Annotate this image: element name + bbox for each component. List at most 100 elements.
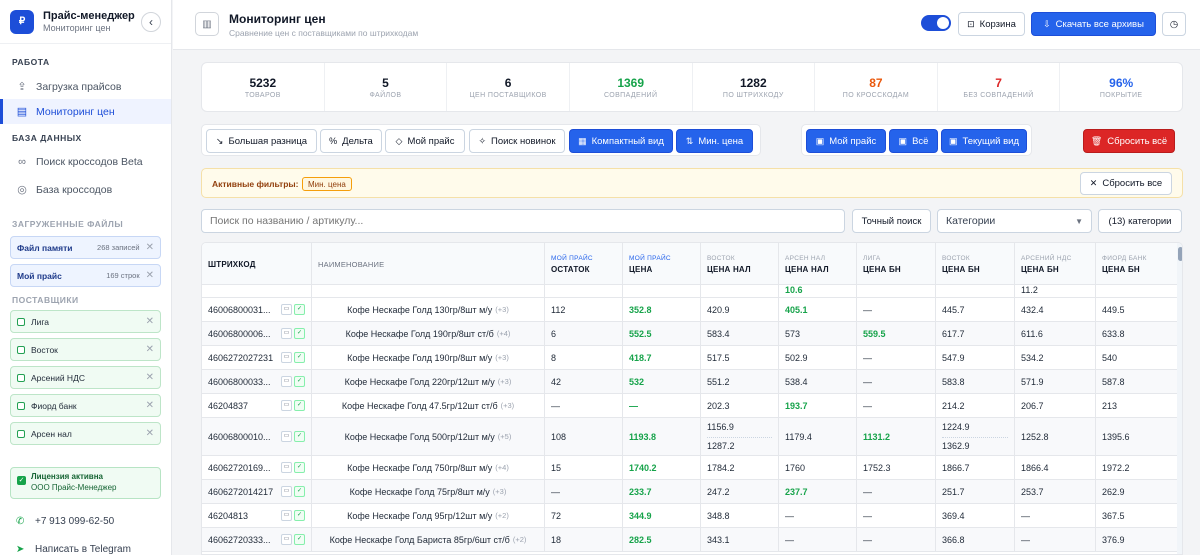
nav-price-monitoring[interactable]: ▤ Мониторинг цен (0, 99, 171, 124)
supplier-chip[interactable]: Фиорд банк ✕ (10, 394, 161, 417)
reset-all-button[interactable]: 🗑 Сбросить всё (1083, 129, 1175, 153)
check-icon[interactable]: ✓ (294, 304, 305, 315)
check-icon[interactable]: ✓ (294, 431, 305, 442)
supplier-chip[interactable]: Арсен нал ✕ (10, 422, 161, 445)
more-offers[interactable]: (+3) (495, 305, 509, 314)
big-diff-button[interactable]: ↘ Большая разница (206, 129, 317, 153)
telegram-link[interactable]: ➤ Написать в Telegram (16, 544, 131, 555)
close-icon[interactable]: ✕ (146, 316, 154, 327)
copy-icon[interactable]: ▭ (281, 376, 292, 387)
col-my-stock[interactable]: МОЙ ПРАЙС ОСТАТОК (545, 243, 623, 285)
col-vostok-cash[interactable]: ВОСТОК ЦЕНА НАЛ (701, 243, 779, 285)
download-archives-button[interactable]: ⇩ Скачать все архивы (1031, 12, 1156, 36)
check-icon[interactable]: ✓ (294, 462, 305, 473)
price-value: 583.4 (707, 328, 730, 339)
export-all-button[interactable]: ▣ Всё (889, 129, 938, 153)
close-icon[interactable]: ✕ (146, 372, 154, 383)
nav-cross-search[interactable]: ∞ Поиск кроссодов Beta (0, 149, 171, 174)
close-icon[interactable]: ✕ (146, 270, 154, 281)
copy-icon[interactable]: ▭ (281, 328, 292, 339)
reset-filters-button[interactable]: ✕ Сбросить все (1080, 172, 1172, 195)
table-scrollbar[interactable] (1177, 243, 1182, 554)
table-row[interactable]: 4606272027231 ▭ ✓ Кофе Нескафе Голд 190гр/8… (202, 346, 1177, 370)
cart-button[interactable]: ⊡ Корзина (958, 12, 1025, 36)
check-icon[interactable]: ✓ (294, 328, 305, 339)
check-icon[interactable]: ✓ (294, 510, 305, 521)
col-arsen-cash[interactable]: АРСЕН НАЛ ЦЕНА НАЛ (779, 243, 857, 285)
more-offers[interactable]: (+3) (498, 377, 512, 386)
check-icon[interactable]: ✓ (294, 376, 305, 387)
filter-tag[interactable]: Мин. цена (302, 177, 352, 191)
copy-icon[interactable]: ▭ (281, 431, 292, 442)
check-icon[interactable]: ✓ (294, 400, 305, 411)
copy-icon[interactable]: ▭ (281, 486, 292, 497)
copy-icon[interactable]: ▭ (281, 400, 292, 411)
table-row[interactable]: 46204837 ▭ ✓ Кофе Нескафе Голд 47.5гр/12шт … (202, 394, 1177, 418)
copy-icon[interactable]: ▭ (281, 462, 292, 473)
table-row[interactable]: 4606272014217 ▭ ✓ Кофе Нескафе Голд 75гр/8ш… (202, 480, 1177, 504)
check-icon[interactable]: ✓ (294, 534, 305, 545)
mode-toggle[interactable] (921, 15, 951, 31)
supplier-chip[interactable]: Арсений НДС ✕ (10, 366, 161, 389)
button-label: Мин. цена (698, 135, 744, 147)
table-row[interactable]: 46062720333... ▭ ✓ Кофе Нескафе Голд Барист… (202, 528, 1177, 552)
nav-cross-base[interactable]: ◎ База кроссодов (0, 177, 171, 202)
supplier-chip[interactable]: Лига ✕ (10, 310, 161, 333)
copy-icon[interactable]: ▭ (281, 304, 292, 315)
copy-icon[interactable]: ▭ (281, 534, 292, 545)
close-icon[interactable]: ✕ (146, 400, 154, 411)
table-row[interactable]: 46006800033... ▭ ✓ Кофе Нескафе Голд 220гр/… (202, 370, 1177, 394)
new-items-search-button[interactable]: ✧ Поиск новинок (469, 129, 565, 153)
more-offers[interactable]: (+3) (493, 487, 507, 496)
table-row[interactable]: 46006800006... ▭ ✓ Кофе Нескафе Голд 190гр/… (202, 322, 1177, 346)
check-icon[interactable]: ✓ (294, 352, 305, 363)
price-cell: — (857, 480, 936, 503)
more-offers[interactable]: (+2) (513, 535, 527, 544)
col-barcode[interactable]: ШТРИХКОД (202, 243, 312, 285)
table-row[interactable]: 46204813 ▭ ✓ Кофе Нескафе Голд 95гр/12шт м/… (202, 504, 1177, 528)
history-button[interactable]: ◷ (1162, 12, 1186, 36)
export-my-price-button[interactable]: ▣ Мой прайс (806, 129, 886, 153)
cell: 11.2 (1015, 285, 1096, 297)
file-chip[interactable]: Файл памяти 268 записей ✕ (10, 236, 161, 259)
category-select[interactable]: Категории ▼ (937, 209, 1092, 233)
compact-view-button[interactable]: ▦ Компактный вид (569, 129, 673, 153)
file-chip[interactable]: Мой прайс 169 строк ✕ (10, 264, 161, 287)
more-offers[interactable]: (+5) (498, 432, 512, 441)
col-vostok-bank[interactable]: ВОСТОК ЦЕНА БН (936, 243, 1015, 285)
phone-link[interactable]: ✆ +7 913 099-62-50 (16, 516, 114, 527)
more-offers[interactable]: (+3) (495, 353, 509, 362)
name-cell: Кофе Нескафе Голд 75гр/8шт м/у (+3) (312, 480, 545, 503)
col-my-price[interactable]: МОЙ ПРАЙС ЦЕНА (623, 243, 701, 285)
check-icon[interactable]: ✓ (294, 486, 305, 497)
search-input[interactable] (201, 209, 845, 233)
more-offers[interactable]: (+4) (495, 463, 509, 472)
categories-count-button[interactable]: (13) категории (1098, 209, 1182, 233)
more-offers[interactable]: (+2) (495, 511, 509, 520)
more-offers[interactable]: (+4) (497, 329, 511, 338)
export-current-view-button[interactable]: ▣ Текущий вид (941, 129, 1027, 153)
close-icon[interactable]: ✕ (146, 242, 154, 253)
table-row[interactable]: 46062720169... ▭ ✓ Кофе Нескафе Голд 750гр/… (202, 456, 1177, 480)
copy-icon[interactable]: ▭ (281, 510, 292, 521)
table-row[interactable]: 46006800031... ▭ ✓ Кофе Нескафе Голд 130гр/… (202, 298, 1177, 322)
my-price-filter-button[interactable]: ◇ Мой прайс (385, 129, 465, 153)
col-name[interactable]: НАИМЕНОВАНИЕ (312, 243, 545, 285)
close-icon[interactable]: ✕ (146, 428, 154, 439)
cell (701, 285, 779, 297)
exact-search-button[interactable]: Точный поиск (852, 209, 931, 233)
nav-upload-prices[interactable]: ⇪ Загрузка прайсов (0, 74, 171, 99)
table-row[interactable]: 46006800010... ▭ ✓ Кофе Нескафе Голд 500гр/… (202, 418, 1177, 456)
col-fiord-bank[interactable]: ФИОРД БАНК ЦЕНА БН (1096, 243, 1177, 285)
more-offers[interactable]: (+3) (501, 401, 515, 410)
supplier-chip[interactable]: Восток ✕ (10, 338, 161, 361)
delta-button[interactable]: % Дельта (320, 129, 382, 153)
scrollbar-thumb[interactable] (1178, 247, 1182, 261)
col-arseniy-vat[interactable]: АРСЕНИЙ НДС ЦЕНА БН (1015, 243, 1096, 285)
collapse-sidebar-button[interactable]: ‹ (141, 11, 161, 32)
min-price-button[interactable]: ⇅ Мин. цена (676, 129, 753, 153)
close-icon[interactable]: ✕ (146, 344, 154, 355)
section-suppliers: ПОСТАВЩИКИ (12, 295, 79, 305)
col-liga-bank[interactable]: ЛИГА ЦЕНА БН (857, 243, 936, 285)
copy-icon[interactable]: ▭ (281, 352, 292, 363)
